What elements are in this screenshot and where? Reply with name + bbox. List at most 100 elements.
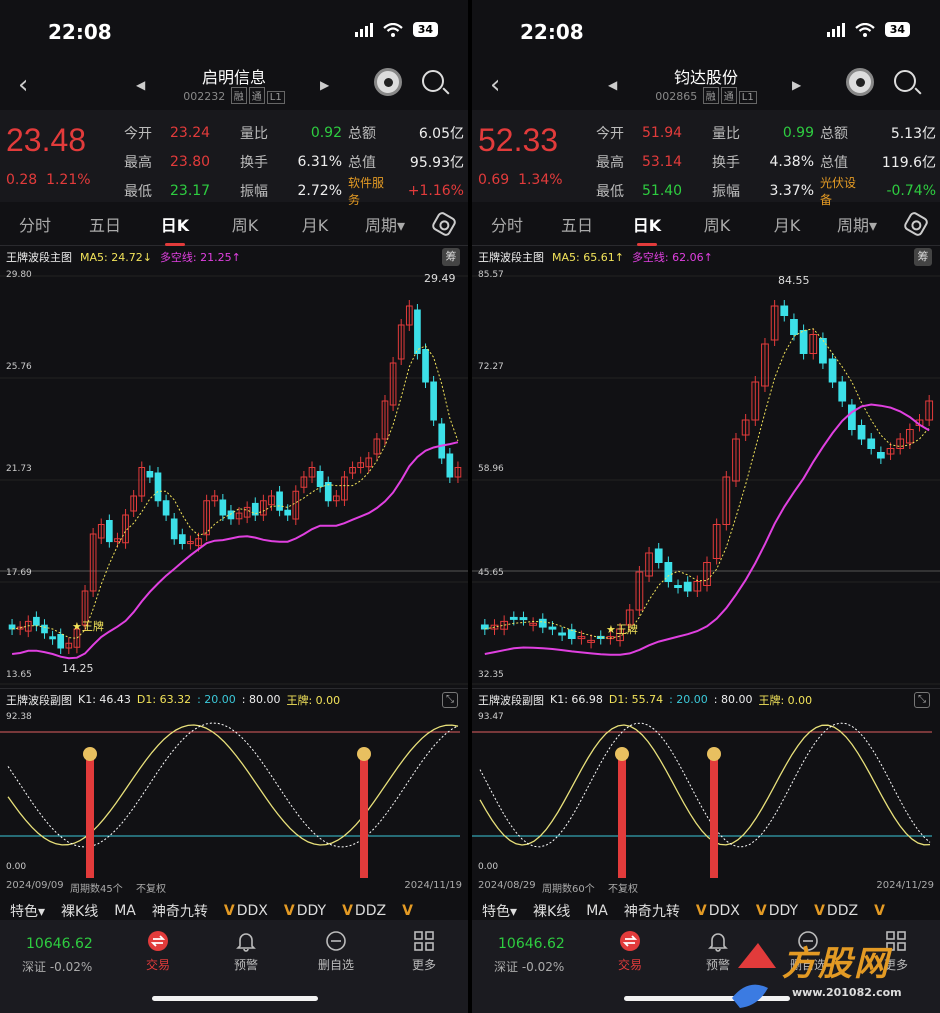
more-button[interactable]: 更多 bbox=[394, 930, 454, 973]
quote-label: 振幅 bbox=[240, 183, 268, 200]
more-label: 更多 bbox=[411, 958, 436, 972]
expand-icon[interactable]: ⤡ bbox=[442, 692, 458, 708]
status-bar: 22:08 34 bbox=[472, 0, 940, 60]
oscillator-chart[interactable]: 92.38 0.00 bbox=[0, 710, 468, 878]
indicator-ddy[interactable]: V DDY bbox=[284, 903, 326, 919]
main-chart-header: 王牌波段主图 MA5: 24.72↓ 多空线: 21.25↑ 筹 bbox=[0, 246, 468, 268]
indicator-more[interactable]: V bbox=[874, 903, 885, 919]
candle-body bbox=[438, 423, 446, 459]
indicator-naked-k[interactable]: 裸K线 bbox=[61, 901, 98, 921]
stock-navbar: ‹ ◀ 钧达股份 002865 融通 L1 ▶ bbox=[472, 60, 940, 110]
tab-period-dropdown[interactable]: 周期▾ bbox=[822, 212, 892, 236]
indicator-ma[interactable]: MA bbox=[586, 903, 608, 919]
start-date: 2024/09/09 bbox=[6, 880, 64, 891]
level-high-value: : 80.00 bbox=[241, 693, 281, 706]
expand-icon[interactable]: ⤡ bbox=[914, 692, 930, 708]
date-bar: 2024/08/29 周期数60个 不复权 2024/11/29 bbox=[472, 878, 940, 896]
quote-label: 今开 bbox=[124, 125, 152, 142]
search-icon[interactable] bbox=[894, 70, 916, 92]
indicator-more[interactable]: V bbox=[402, 903, 413, 919]
indicator-naked-k[interactable]: 裸K线 bbox=[533, 901, 570, 921]
candle-body bbox=[538, 618, 547, 628]
index-value[interactable]: 10646.62 bbox=[498, 936, 565, 952]
ma5-value: MA5: 65.61↑ bbox=[552, 250, 624, 264]
indicator-nine-turn[interactable]: 神奇九转 bbox=[152, 901, 208, 921]
adjust-mode[interactable]: 不复权 bbox=[608, 880, 638, 895]
remove-watchlist-button[interactable]: 删自选 bbox=[306, 930, 366, 973]
chip-distribution-button[interactable]: 筹 bbox=[442, 248, 460, 266]
tab-weekly-k[interactable]: 周K bbox=[210, 212, 280, 236]
battery-icon: 34 bbox=[884, 22, 910, 37]
tab-daily-k[interactable]: 日K bbox=[140, 212, 210, 246]
alert-button[interactable]: 预警 bbox=[216, 930, 276, 973]
tab-intraday[interactable]: 分时 bbox=[0, 212, 70, 236]
sub-y-axis-label: 0.00 bbox=[6, 862, 27, 872]
tab-intraday[interactable]: 分时 bbox=[472, 212, 542, 236]
settings-icon[interactable] bbox=[430, 210, 458, 238]
wangpai-signal: ★王牌 bbox=[72, 619, 104, 633]
tab-period-dropdown[interactable]: 周期▾ bbox=[350, 212, 420, 236]
money-bag-icon bbox=[83, 747, 97, 761]
index-value[interactable]: 10646.62 bbox=[26, 936, 93, 952]
monitor-eye-icon[interactable] bbox=[374, 68, 402, 96]
search-icon[interactable] bbox=[422, 70, 444, 92]
quote-value: 2.72% bbox=[297, 182, 342, 199]
period-tabs: 分时 五日 日K 周K 月K 周期▾ bbox=[0, 202, 468, 246]
trade-label: 交易 bbox=[617, 958, 642, 972]
y-axis-label: 21.73 bbox=[6, 464, 32, 474]
tab-monthly-k[interactable]: 月K bbox=[280, 212, 350, 236]
trade-button[interactable]: 交易 bbox=[128, 930, 188, 973]
tab-daily-k[interactable]: 日K bbox=[612, 212, 682, 246]
candle-body bbox=[316, 471, 324, 487]
oscillator-chart[interactable]: 93.47 0.00 bbox=[472, 710, 940, 878]
next-stock-icon[interactable]: ▶ bbox=[320, 78, 329, 92]
indicator-nine-turn[interactable]: 神奇九转 bbox=[624, 901, 680, 921]
sub-y-axis-label: 93.47 bbox=[478, 712, 504, 722]
main-indicator-name[interactable]: 王牌波段主图 bbox=[6, 249, 72, 265]
settings-icon[interactable] bbox=[902, 210, 930, 238]
dkx-line bbox=[484, 403, 930, 656]
indicator-ddz[interactable]: V DDZ bbox=[814, 903, 858, 919]
tab-five-day[interactable]: 五日 bbox=[70, 212, 140, 236]
indicator-featured[interactable]: 特色▾ bbox=[482, 901, 517, 921]
monitor-eye-icon[interactable] bbox=[846, 68, 874, 96]
main-indicator-name[interactable]: 王牌波段主图 bbox=[478, 249, 544, 265]
indicator-label: DDX bbox=[236, 903, 268, 919]
start-date: 2024/08/29 bbox=[478, 880, 536, 891]
indicator-ddy[interactable]: V DDY bbox=[756, 903, 798, 919]
dkx-value: 多空线: 21.25↑ bbox=[159, 251, 241, 264]
indicator-ddx[interactable]: V DDX bbox=[224, 903, 268, 919]
quote-label: 最低 bbox=[596, 183, 624, 200]
cellular-signal-icon bbox=[354, 22, 373, 37]
quote-label: 总值 bbox=[348, 154, 376, 171]
kline-chart[interactable]: ★王牌 29.49 14.25 29.80 25.76 21.73 17.69 13… bbox=[0, 268, 468, 688]
vip-icon: V bbox=[755, 903, 767, 919]
indicator-featured[interactable]: 特色▾ bbox=[10, 901, 45, 921]
sub-indicator-name[interactable]: 王牌波段副图 bbox=[478, 692, 544, 708]
indicator-ddz[interactable]: V DDZ bbox=[342, 903, 386, 919]
candle-body bbox=[509, 616, 518, 620]
candle-body bbox=[324, 482, 332, 502]
y-axis-label: 45.65 bbox=[478, 568, 504, 578]
candle-body bbox=[674, 585, 682, 588]
adjust-mode[interactable]: 不复权 bbox=[136, 880, 166, 895]
k1-value: K1: 66.98 bbox=[550, 693, 603, 706]
tab-five-day[interactable]: 五日 bbox=[542, 212, 612, 236]
status-bar: 22:08 34 bbox=[0, 0, 468, 60]
quote-row: 今开 23.24 量比 0.92 总额 6.05亿 bbox=[124, 118, 464, 147]
candle-body bbox=[57, 634, 65, 649]
quote-row: 今开 51.94 量比 0.99 总额 5.13亿 bbox=[596, 118, 936, 147]
sub-indicator-name[interactable]: 王牌波段副图 bbox=[6, 692, 72, 708]
quote-label: 总额 bbox=[820, 125, 848, 142]
dkx-value: 多空线: 62.06↑ bbox=[631, 251, 713, 264]
k1-value: K1: 46.43 bbox=[78, 693, 131, 706]
trade-button[interactable]: 交易 bbox=[600, 930, 660, 973]
kline-chart[interactable]: ★王牌 84.55 85.57 72.27 58.96 45.65 32.35 bbox=[472, 268, 940, 688]
next-stock-icon[interactable]: ▶ bbox=[792, 78, 801, 92]
tab-monthly-k[interactable]: 月K bbox=[752, 212, 822, 236]
chip-distribution-button[interactable]: 筹 bbox=[914, 248, 932, 266]
indicator-ma[interactable]: MA bbox=[114, 903, 136, 919]
tab-weekly-k[interactable]: 周K bbox=[682, 212, 752, 236]
candle-body bbox=[422, 349, 429, 383]
indicator-ddx[interactable]: V DDX bbox=[696, 903, 740, 919]
